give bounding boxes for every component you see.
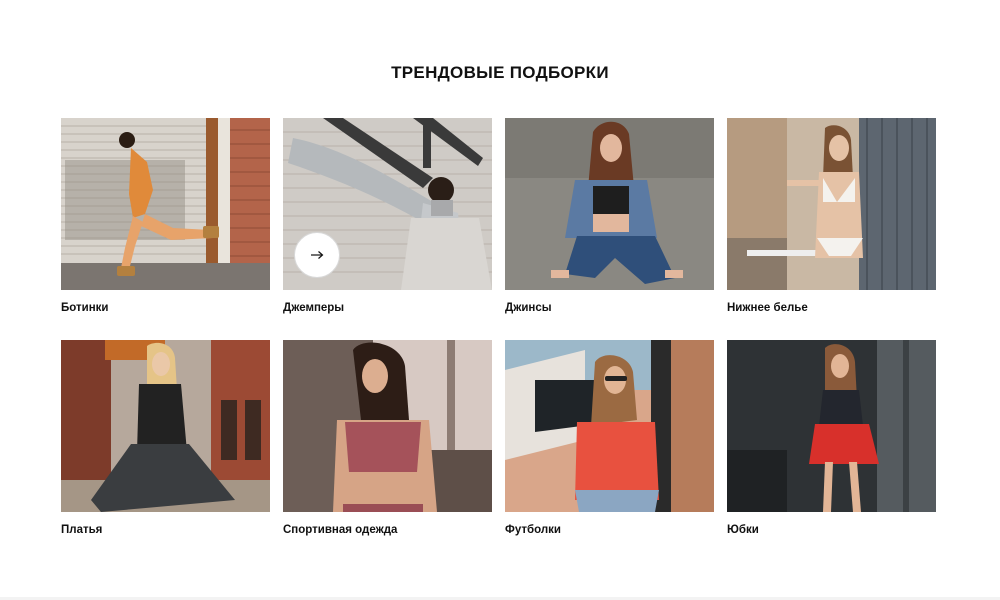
category-label-tshirts: Футболки [505,524,561,536]
underwear-photo [727,118,936,290]
category-card-sportswear[interactable]: Спортивная одежда [283,340,492,562]
category-card-jeans[interactable]: Джинсы [505,118,714,340]
trending-collections-page: ТРЕНДОВЫЕ ПОДБОРКИ Ботинки Джемперы Джин… [0,0,1000,600]
category-label-skirts: Юбки [727,524,759,536]
category-card-skirts[interactable]: Юбки [727,340,936,562]
sportswear-photo [283,340,492,512]
arrow-right-icon[interactable] [294,232,340,278]
category-card-boots[interactable]: Ботинки [61,118,270,340]
tshirt-photo [505,340,714,512]
category-card-tshirts[interactable]: Футболки [505,340,714,562]
dress-photo [61,340,270,512]
category-grid: Ботинки Джемперы Джинсы Нижнее белье Пла… [61,118,937,562]
category-label-jeans: Джинсы [505,302,552,314]
jumper-photo [283,118,492,290]
category-label-boots: Ботинки [61,302,109,314]
boots-photo [61,118,270,290]
category-card-dresses[interactable]: Платья [61,340,270,562]
jeans-photo [505,118,714,290]
category-label-sportswear: Спортивная одежда [283,524,398,536]
category-card-underwear[interactable]: Нижнее белье [727,118,936,340]
category-label-dresses: Платья [61,524,103,536]
category-card-jumpers[interactable]: Джемперы [283,118,492,340]
section-title: ТРЕНДОВЫЕ ПОДБОРКИ [391,63,609,82]
category-label-underwear: Нижнее белье [727,302,808,314]
skirt-photo [727,340,936,512]
category-label-jumpers: Джемперы [283,302,345,314]
